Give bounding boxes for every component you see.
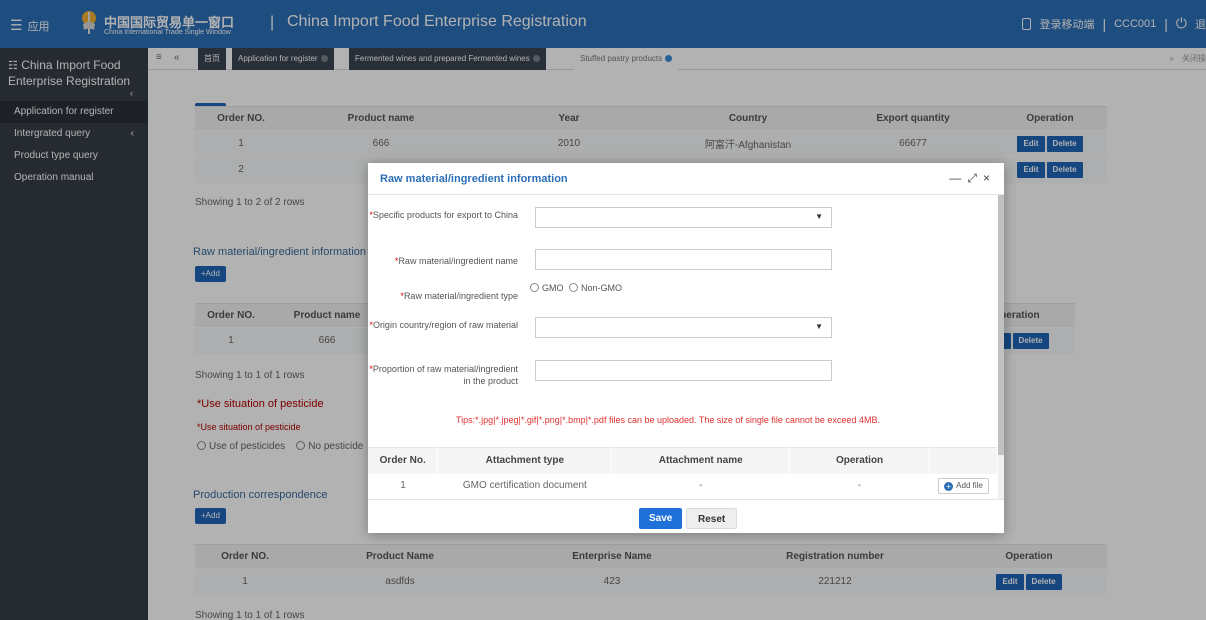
maximize-icon[interactable]: ⤢ [967,171,977,186]
dialog-title: Raw material/ingredient information [380,173,568,185]
plus-icon: + [944,481,954,491]
close-icon[interactable]: × [983,171,990,186]
table-row: 1 GMO certification document - - + Add fi… [368,474,998,498]
non-gmo-radio[interactable] [569,283,579,292]
minimize-icon[interactable]: — [949,171,961,186]
attachment-table: Order No. Attachment type Attachment nam… [368,447,998,498]
raw-name-label: *Raw material/ingredient name [394,256,518,266]
dialog-header: Raw material/ingredient information — ⤢ … [368,163,1004,195]
upload-tips: Tips:*.jpg|*.jpeg|*.gif|*.png|*.bmp|*.pd… [456,415,880,425]
proportion-label: *Proportion of raw material/ingredient i… [369,364,518,386]
chevron-down-icon: ▼ [815,322,823,331]
specific-products-label: *Specific products for export to China [369,210,518,220]
dialog-scrollbar[interactable] [998,195,1004,499]
add-file-button[interactable]: + Add file [938,477,989,494]
gmo-radio[interactable] [530,283,539,292]
chevron-down-icon: ▼ [815,212,823,221]
raw-name-input[interactable] [535,249,832,270]
raw-type-options: GMO Non-GMO [530,283,622,293]
origin-label: *Origin country/region of raw material [369,320,518,330]
origin-select[interactable]: ▼ [535,317,832,338]
dialog-body: *Specific products for export to China ▼… [368,195,998,499]
raw-material-dialog: Raw material/ingredient information — ⤢ … [368,163,1004,533]
save-button[interactable]: Save [639,508,683,529]
dialog-footer: Save Reset [368,499,1004,533]
reset-button[interactable]: Reset [686,508,738,529]
proportion-input[interactable] [535,360,832,381]
raw-type-label: *Raw material/ingredient type [400,291,518,301]
specific-products-select[interactable]: ▼ [535,207,832,228]
